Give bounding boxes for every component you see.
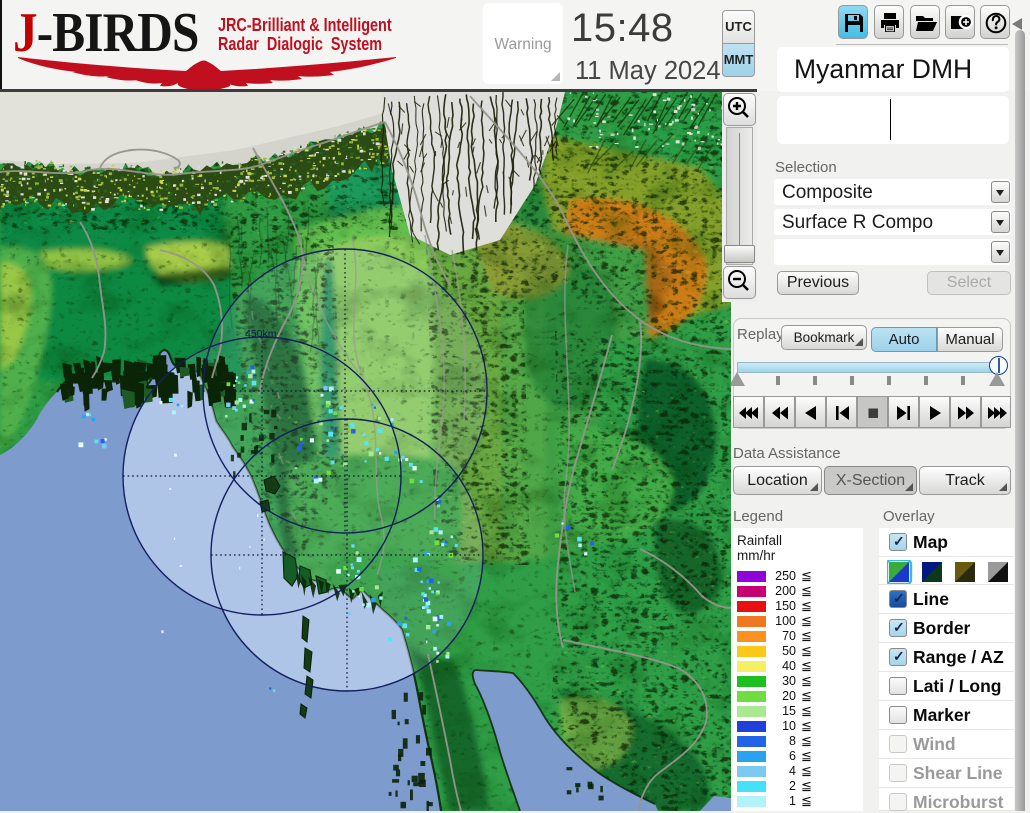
svg-text:450km: 450km (245, 328, 277, 340)
